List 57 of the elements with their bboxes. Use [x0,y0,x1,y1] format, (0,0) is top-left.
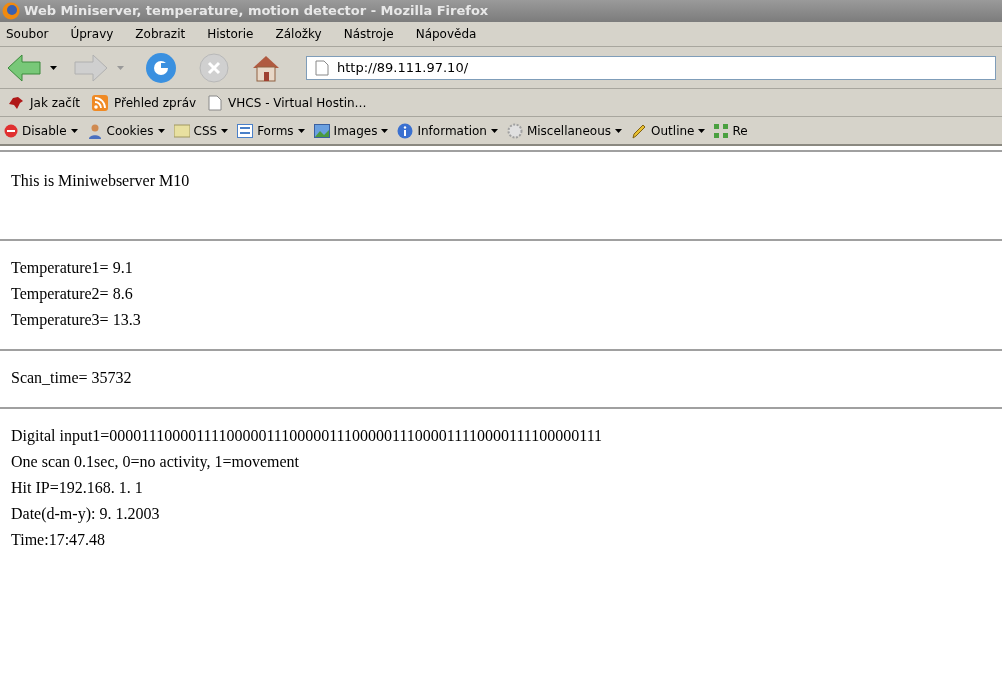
page-icon [208,94,223,111]
page-text-line: This is Miniwebserver M10 [11,171,190,191]
menu-item[interactable]: Úpravy [70,25,114,43]
toolbar-menu-button[interactable]: Cookies [86,121,165,140]
page-text-line: Temperature1= 9.1 [11,258,133,279]
caret-icon [117,65,124,70]
toolbar-menu-button[interactable]: Images [313,121,389,140]
caret-icon [297,128,305,133]
menu-item[interactable]: Nástroje [343,25,394,43]
form-icon [237,123,254,138]
caret-icon [157,128,165,133]
caret-icon [221,128,229,133]
bookmark-item[interactable]: Přehled zpráv [91,93,197,112]
toolbar-menu-button[interactable]: Forms [237,121,305,140]
menu-item[interactable]: Záložky [275,25,322,43]
caret-icon [381,128,389,133]
page-text-line: Scan_time= 35732 [11,368,132,388]
rss-icon [91,94,108,111]
person-icon [86,122,103,139]
menu-item[interactable]: Zobrazit [135,25,186,43]
reload-icon[interactable] [144,50,178,85]
toolbar-menu-button[interactable]: CSS [173,121,229,140]
page-text-line: Digital input1=000011100001111000001110000011100000111000011110000111100000111 [11,426,603,447]
caret-icon [50,65,57,70]
caret-icon [698,128,706,133]
toolbar-menu-button[interactable]: Outline [631,121,706,140]
caret-icon [70,128,78,133]
back-button[interactable] [6,52,57,83]
bookmark-item[interactable]: Jak začít [8,93,80,112]
page-text-line: Date(d-m-y): 9. 1.2003 [11,504,160,525]
address-field[interactable]: http://89.111.97.10/ [306,55,996,80]
menu-item[interactable]: Soubor [6,25,49,43]
page-text-line: Temperature3= 13.3 [11,310,141,331]
resize-icon [714,123,729,138]
toolbar-menu-button[interactable]: Disable [4,121,78,140]
info-icon [397,122,414,139]
bookmark-item[interactable]: VHCS - Virtual Hostin… [208,93,367,112]
caret-icon [615,128,623,133]
window-title: Web Miniserver, temperature, motion detector - Mozilla Firefox [24,2,489,21]
left-arrow-icon [6,52,42,83]
page-icon [315,59,329,76]
pencil-icon [631,122,648,139]
toolbar-menu-button[interactable]: Information [397,121,498,140]
toolbar-menu-button[interactable]: Re [714,121,748,140]
page-text-line: Temperature2= 8.6 [11,284,133,305]
image-icon [313,123,330,138]
right-arrow-icon [73,52,109,83]
page-text-line: One scan 0.1sec, 0=no activity, 1=movement [11,452,300,473]
address-text: http://89.111.97.10/ [337,58,469,77]
globe-icon [2,2,20,20]
page-text-line: Time:17:47.48 [11,530,106,550]
no-entry-icon [4,123,18,138]
toolbar-menu-button[interactable]: Miscellaneous [506,121,623,140]
page-text-line: Hit IP=192.168. 1. 1 [11,478,143,498]
menu-item[interactable]: Nápověda [415,25,477,43]
menu-item[interactable]: Historie [207,25,254,43]
caret-icon [490,128,498,133]
